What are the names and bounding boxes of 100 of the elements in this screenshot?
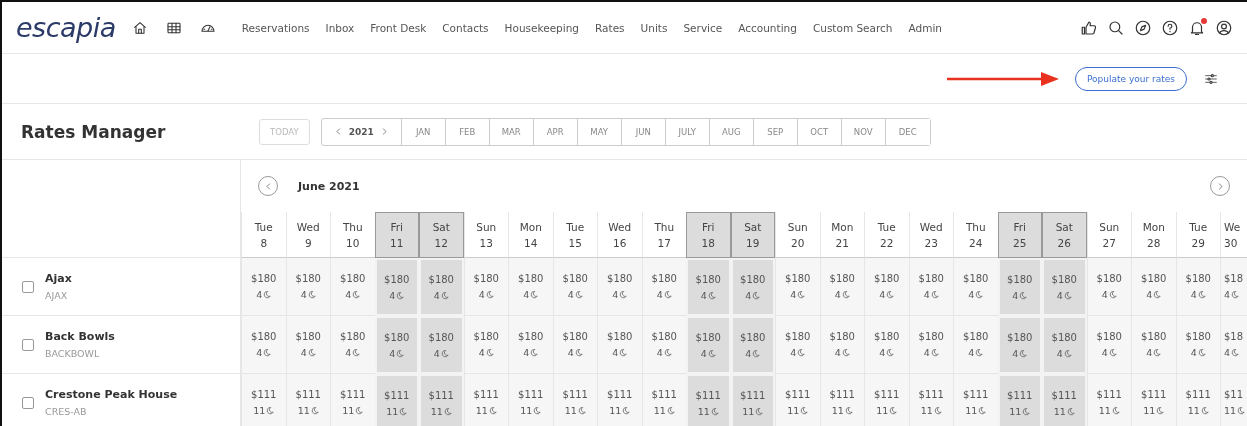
rate-cell[interactable]: $111 11 — [775, 374, 820, 426]
moon-icon — [975, 348, 984, 357]
rate-cell[interactable]: $180 4 — [730, 258, 775, 316]
rate-cell[interactable]: $111 11 — [730, 374, 775, 426]
compass-icon[interactable] — [1134, 18, 1152, 37]
rate-cell[interactable]: $180 4 — [1131, 316, 1176, 374]
rate-cell[interactable]: $111 11 — [997, 374, 1042, 426]
rate-cell[interactable]: $180 4 — [374, 316, 419, 374]
rate-cell[interactable]: $180 4 — [686, 258, 731, 316]
moon-icon — [844, 406, 853, 415]
populate-rates-button[interactable]: Populate your rates — [1074, 66, 1187, 91]
rate-cell[interactable]: $180 4 — [997, 258, 1042, 316]
rate-cell[interactable]: $180 4 — [508, 316, 553, 374]
nav-link[interactable]: Rates — [595, 21, 625, 34]
rate-cell[interactable]: $11 11 — [1220, 374, 1247, 426]
search-icon[interactable] — [1107, 18, 1125, 37]
moon-icon — [797, 290, 806, 299]
moon-icon — [263, 348, 272, 357]
rate-cell[interactable]: $180 4 — [908, 258, 953, 316]
nav-link[interactable]: Accounting — [738, 21, 797, 34]
rate-cell[interactable]: $180 4 — [285, 316, 330, 374]
previous-month-button[interactable] — [258, 176, 278, 196]
rate-cell[interactable]: $180 4 — [1131, 258, 1176, 316]
rate-cell[interactable]: $111 11 — [1175, 374, 1220, 426]
moon-icon — [933, 406, 942, 415]
rate-cell[interactable]: $180 4 — [997, 316, 1042, 374]
thumbs-up-icon[interactable] — [1080, 18, 1098, 37]
rate-cell[interactable]: $111 11 — [1042, 374, 1087, 426]
rate-cell[interactable]: $180 4 — [285, 258, 330, 316]
help-icon[interactable] — [1161, 18, 1179, 37]
rate-cell[interactable]: $180 4 — [686, 316, 731, 374]
logo[interactable]: escapia — [16, 12, 116, 43]
rate-cell[interactable]: $180 4 — [1042, 316, 1087, 374]
rate-cell[interactable]: $111 11 — [686, 374, 731, 426]
nav-link[interactable]: Front Desk — [370, 21, 427, 34]
rate-cell[interactable]: $111 11 — [241, 374, 286, 426]
rate-cell[interactable]: $180 4 — [597, 316, 642, 374]
rate-cell[interactable]: $180 4 — [1086, 258, 1131, 316]
rate-cell[interactable]: $180 4 — [597, 258, 642, 316]
rate-cell[interactable]: $180 4 — [864, 316, 909, 374]
rate-cell[interactable]: $180 4 — [641, 258, 686, 316]
rate-cell[interactable]: $180 4 — [374, 258, 419, 316]
rate-cell[interactable]: $180 4 — [775, 258, 820, 316]
day-header: Sat 19 — [730, 212, 775, 258]
rate-cell[interactable]: $180 4 — [552, 316, 597, 374]
next-month-button[interactable] — [1210, 176, 1230, 196]
rate-cell[interactable]: $180 4 — [463, 258, 508, 316]
checkbox[interactable] — [22, 338, 34, 351]
rate-cell[interactable]: $180 4 — [641, 316, 686, 374]
rate-cell[interactable]: $180 4 — [330, 316, 375, 374]
rate-cell[interactable]: $180 4 — [864, 258, 909, 316]
rate-cell[interactable]: $111 11 — [1086, 374, 1131, 426]
nav-link[interactable]: Contacts — [442, 21, 489, 34]
checkbox[interactable] — [22, 280, 34, 293]
user-icon[interactable] — [1215, 18, 1233, 37]
rate-cell[interactable]: $18 4 — [1220, 316, 1247, 374]
rate-cell[interactable]: $180 4 — [1175, 258, 1220, 316]
rate-cell[interactable]: $180 4 — [908, 316, 953, 374]
rate-cell[interactable]: $180 4 — [552, 258, 597, 316]
rate-cell[interactable]: $180 4 — [819, 258, 864, 316]
rate-cell[interactable]: $111 11 — [953, 374, 998, 426]
rate-cell[interactable]: $111 11 — [419, 374, 464, 426]
nav-link[interactable]: Reservations — [241, 21, 310, 34]
rate-cell[interactable]: $180 4 — [241, 258, 286, 316]
rate-cell[interactable]: $111 11 — [864, 374, 909, 426]
rate-cell[interactable]: $111 11 — [374, 374, 419, 426]
rate-cell[interactable]: $111 11 — [1131, 374, 1176, 426]
nav-link[interactable]: Service — [683, 21, 723, 34]
home-icon[interactable] — [131, 19, 148, 36]
rate-cell[interactable]: $180 4 — [419, 316, 464, 374]
page-title: Rates Manager — [20, 121, 167, 142]
rate-cell[interactable]: $180 4 — [241, 316, 286, 374]
nav-link[interactable]: Custom Search — [812, 21, 893, 34]
rate-cell[interactable]: $111 11 — [285, 374, 330, 426]
rate-cell[interactable]: $111 11 — [597, 374, 642, 426]
nav-link[interactable]: Admin — [908, 21, 942, 34]
nav-link[interactable]: Units — [640, 21, 668, 34]
rate-cell[interactable]: $180 4 — [1086, 316, 1131, 374]
rate-cell[interactable]: $111 11 — [641, 374, 686, 426]
rate-cell[interactable]: $111 11 — [819, 374, 864, 426]
rate-cell[interactable]: $180 4 — [1175, 316, 1220, 374]
rate-cell[interactable]: $180 4 — [730, 316, 775, 374]
rate-cell[interactable]: $180 4 — [463, 316, 508, 374]
rate-cell[interactable]: $180 4 — [819, 316, 864, 374]
rate-cell[interactable]: $111 11 — [552, 374, 597, 426]
rate-cell[interactable]: $180 4 — [953, 316, 998, 374]
rate-cell[interactable]: $180 4 — [1042, 258, 1087, 316]
rate-cell[interactable]: $180 4 — [953, 258, 998, 316]
nav-link[interactable]: Inbox — [325, 21, 355, 34]
rate-cell[interactable]: $180 4 — [419, 258, 464, 316]
rate-cell[interactable]: $111 11 — [508, 374, 553, 426]
rate-cell[interactable]: $180 4 — [508, 258, 553, 316]
rate-cell[interactable]: $111 11 — [330, 374, 375, 426]
rate-cell[interactable]: $111 11 — [463, 374, 508, 426]
rate-cell[interactable]: $18 4 — [1220, 258, 1247, 316]
rate-cell[interactable]: $180 4 — [775, 316, 820, 374]
nav-link[interactable]: Housekeeping — [504, 21, 580, 34]
rate-cell[interactable]: $111 11 — [908, 374, 953, 426]
rate-cell[interactable]: $180 4 — [330, 258, 375, 316]
checkbox[interactable] — [22, 396, 34, 409]
